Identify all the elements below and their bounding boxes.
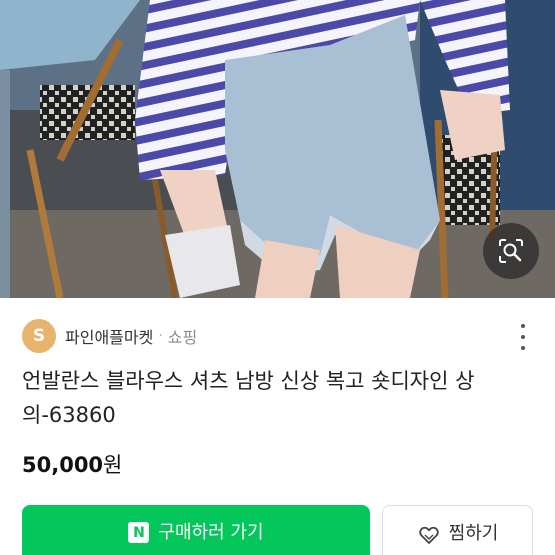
heart-tag-icon (418, 526, 439, 544)
buy-button-label: 구매하러 가기 (158, 522, 264, 543)
naver-n-icon: N (128, 522, 150, 543)
kebab-dot-icon (521, 346, 525, 350)
store-avatar[interactable]: S (22, 319, 56, 353)
product-photo[interactable] (0, 0, 555, 298)
wishlist-button[interactable]: 찜하기 (382, 505, 533, 555)
kebab-dot-icon (521, 335, 525, 339)
product-title[interactable]: 언발란스 블라우스 셔츠 남방 신상 복고 숏디자인 상의-63860 (22, 364, 537, 432)
price-unit: 원 (103, 453, 123, 477)
product-photo-illustration (0, 0, 555, 298)
more-options-button[interactable] (513, 324, 533, 350)
separator-dot: · (158, 328, 163, 344)
price-value: 50,000 (22, 453, 104, 477)
product-price: 50,000원 (22, 449, 122, 479)
image-search-button[interactable] (483, 223, 539, 279)
buy-button[interactable]: N 구매하러 가기 (22, 505, 370, 555)
image-search-icon (499, 239, 523, 263)
store-row: S 파인애플마켓 · 쇼핑 (22, 318, 533, 354)
store-name[interactable]: 파인애플마켓 (65, 324, 153, 348)
wishlist-label: 찜하기 (448, 523, 499, 544)
product-info-panel: S 파인애플마켓 · 쇼핑 언발란스 블라우스 셔츠 남방 신상 복고 숏디자인… (0, 298, 555, 555)
store-category: 쇼핑 (167, 328, 198, 347)
kebab-dot-icon (521, 324, 525, 328)
